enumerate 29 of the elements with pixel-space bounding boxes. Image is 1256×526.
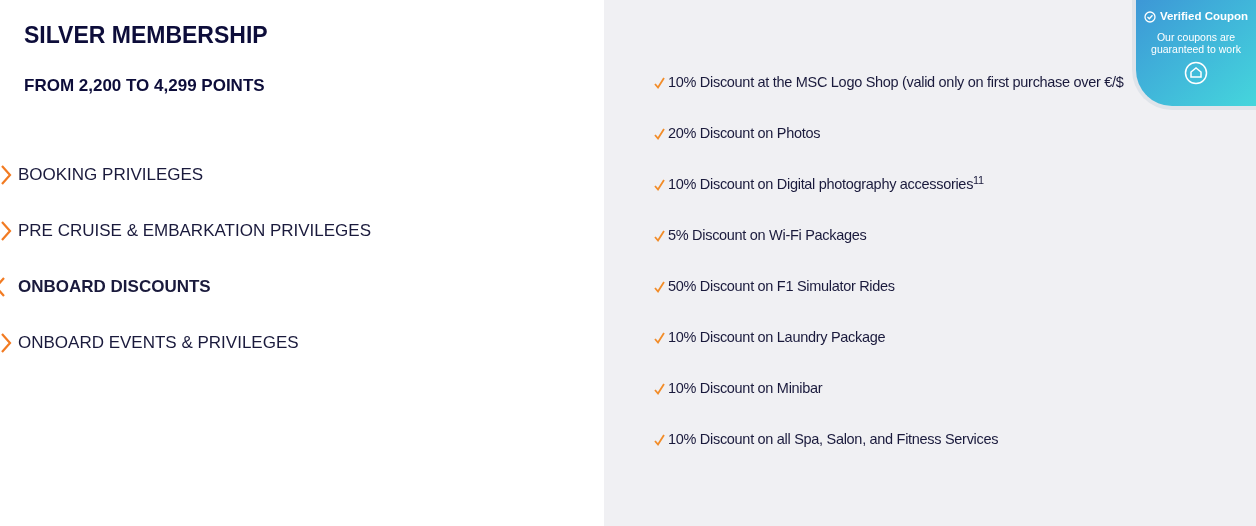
check-icon xyxy=(654,179,665,191)
benefit-text: 50% Discount on F1 Simulator Rides xyxy=(668,277,895,297)
points-range: FROM 2,200 TO 4,299 POINTS xyxy=(24,74,266,97)
benefit-text: 5% Discount on Wi-Fi Packages xyxy=(668,226,867,246)
category-tab[interactable]: ONBOARD EVENTS & PRIVILEGES xyxy=(0,330,604,355)
chevron-right-icon xyxy=(0,332,12,353)
tier-title: SILVER MEMBERSHIP xyxy=(24,21,269,50)
check-icon xyxy=(654,434,665,446)
benefit-text: 10% Discount at the MSC Logo Shop (valid only on first purchase over €/$ xyxy=(668,73,1124,93)
home-icon[interactable] xyxy=(1184,61,1208,86)
category-tab[interactable]: ONBOARD DISCOUNTS xyxy=(0,274,604,299)
check-circle-icon xyxy=(1143,10,1156,23)
chevron-right-icon xyxy=(0,220,12,241)
badge-text: Our coupons are guaranteed to work xyxy=(1150,31,1242,56)
check-icon xyxy=(654,230,665,242)
benefit-text: 10% Discount on all Spa, Salon, and Fitness Services xyxy=(668,430,999,450)
check-icon xyxy=(654,383,665,395)
benefit-text: 10% Discount on Digital photography accessories$^{11}$ xyxy=(668,174,984,195)
category-tab[interactable]: BOOKING PRIVILEGES xyxy=(0,162,604,187)
check-icon xyxy=(654,281,665,293)
category-tab[interactable]: PRE CRUISE & EMBARKATION PRIVILEGES xyxy=(0,218,604,243)
check-icon xyxy=(654,332,665,344)
check-icon xyxy=(654,77,665,89)
benefit-text: 10% Discount on Minibar xyxy=(668,379,823,399)
badge-title: Verified Coupon xyxy=(1159,9,1249,24)
chevron-right-icon xyxy=(0,164,12,185)
check-icon xyxy=(654,128,665,140)
benefit-text: 10% Discount on Laundry Package xyxy=(668,328,886,348)
benefit-text: 20% Discount on Photos xyxy=(668,124,821,144)
